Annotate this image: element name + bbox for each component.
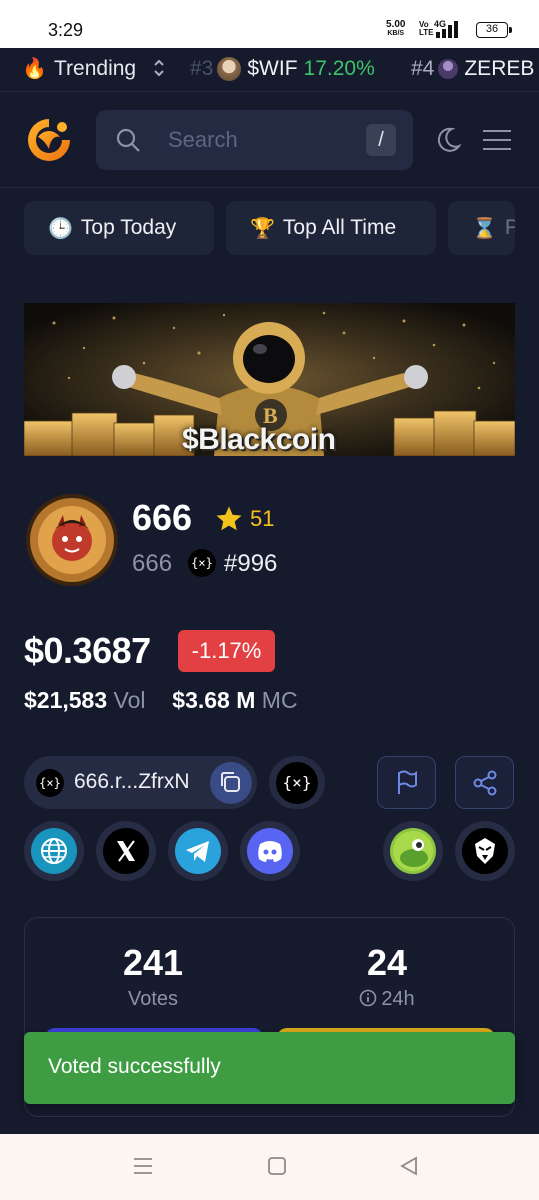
volte-indicator: Vo LTE [419, 20, 434, 37]
trending-ticker: 🔥 Trending #3 $WIF 17.20% #4 ZEREB [0, 48, 539, 92]
app-header: / [0, 93, 539, 188]
volume-value: $21,583 [24, 687, 108, 713]
search-icon [116, 128, 140, 152]
fire-icon: 🔥 [22, 58, 47, 80]
vote-hours-label-group: 24h [287, 988, 487, 1011]
tab-label: Top All Time [282, 216, 397, 239]
sort-toggle-icon[interactable] [152, 57, 166, 79]
signal-icon: 4G [434, 19, 458, 38]
chain-icon: {×} [188, 549, 216, 577]
system-nav-bar [0, 1134, 539, 1200]
price-change-badge: -1.17% [178, 630, 275, 672]
telegram-icon [175, 828, 221, 874]
ticker-rank: #4 [411, 57, 435, 80]
ticker-item-wif[interactable]: #3 $WIF 17.20% [190, 57, 375, 81]
clock-icon: 🕒 [48, 217, 73, 240]
ticker-rank: #3 [190, 57, 214, 80]
toast-message: Voted successfully [48, 1055, 221, 1078]
coingecko-icon [390, 828, 436, 874]
info-icon[interactable] [359, 989, 377, 1007]
network-speed: 5.00 KB/S [386, 20, 405, 38]
chain-icon: {×} [276, 762, 318, 804]
telegram-link[interactable] [168, 821, 228, 881]
vote-hours: 24 [366, 942, 408, 983]
status-time: 3:29 [48, 20, 84, 40]
trending-label: Trending [54, 57, 137, 80]
promo-banner[interactable]: B $Blackcoin [24, 303, 515, 456]
share-icon [473, 770, 497, 796]
chain-explorer-button[interactable]: {×} [269, 756, 325, 809]
zereb-avatar [438, 59, 459, 79]
ticker-item-zereb[interactable]: #4 ZEREB [411, 57, 539, 81]
market-cap-label: MC [261, 687, 298, 713]
success-toast[interactable]: Voted successfully [24, 1032, 515, 1104]
home-icon[interactable] [265, 1154, 289, 1178]
ticker-symbol: $WIF [247, 57, 298, 80]
x-logo-icon [103, 828, 149, 874]
token-name: 666 [132, 497, 193, 538]
status-bar: 3:29 5.00 KB/S Vo LTE 4G 36 [0, 0, 539, 48]
x-twitter-link[interactable] [96, 821, 156, 881]
contract-address-pill[interactable]: {×} 666.r...ZfrxN [24, 756, 257, 809]
ticker-change: 17.20% [303, 57, 375, 80]
volume-label: Vol [113, 687, 146, 713]
dexscreener-link[interactable] [455, 821, 515, 881]
tab-top-all-time[interactable]: 🏆 Top All Time [226, 201, 436, 255]
share-button[interactable] [455, 756, 514, 809]
network-speed-value: 5.00 [386, 19, 406, 30]
network-speed-unit: KB/S [387, 30, 405, 37]
tab-label: P [504, 216, 515, 239]
ticker-symbol: ZEREB [464, 57, 535, 80]
chain-icon: {×} [36, 769, 64, 797]
recent-apps-icon[interactable] [131, 1154, 155, 1178]
flag-icon [398, 770, 417, 794]
dark-mode-icon[interactable] [434, 126, 462, 154]
coingecko-link[interactable] [383, 821, 443, 881]
eagle-icon [462, 828, 508, 874]
wif-avatar [217, 57, 242, 81]
trophy-icon: 🏆 [250, 217, 275, 240]
website-link[interactable] [24, 821, 84, 881]
tab-top-today[interactable]: 🕒 Top Today [24, 201, 214, 255]
token-symbol: 666 [132, 550, 173, 577]
banner-title: $Blackcoin [182, 423, 336, 456]
token-stats: $21,583 Vol $3.68 M MC [24, 687, 298, 714]
copy-icon [221, 772, 240, 792]
vote-count-label: Votes [127, 988, 179, 1010]
vote-count: 241 [122, 942, 184, 983]
search-shortcut-key: / [366, 124, 396, 156]
app-logo[interactable] [24, 115, 74, 165]
discord-icon [247, 828, 293, 874]
network-type: 4G [434, 19, 446, 29]
market-cap-value: $3.68 M [172, 687, 256, 713]
hourglass-icon: ⌛ [472, 217, 497, 240]
token-rank: #996 [224, 550, 278, 577]
copy-button[interactable] [210, 762, 252, 804]
back-icon[interactable] [397, 1154, 421, 1178]
token-logo [26, 494, 118, 586]
tab-third[interactable]: ⌛ P [448, 201, 515, 255]
star-icon[interactable] [214, 504, 244, 534]
discord-link[interactable] [240, 821, 300, 881]
token-price: $0.3687 [24, 630, 151, 671]
star-count: 51 [250, 506, 275, 531]
hamburger-menu-icon[interactable] [483, 129, 511, 151]
contract-address: 666.r...ZfrxN [74, 770, 190, 793]
tab-label: Top Today [80, 216, 177, 239]
report-flag-button[interactable] [377, 756, 436, 809]
battery-indicator: 36 [476, 22, 512, 38]
globe-icon [31, 828, 77, 874]
vote-hours-label: 24h [381, 988, 415, 1010]
search-input[interactable] [168, 124, 348, 156]
search-box[interactable]: / [96, 110, 413, 170]
